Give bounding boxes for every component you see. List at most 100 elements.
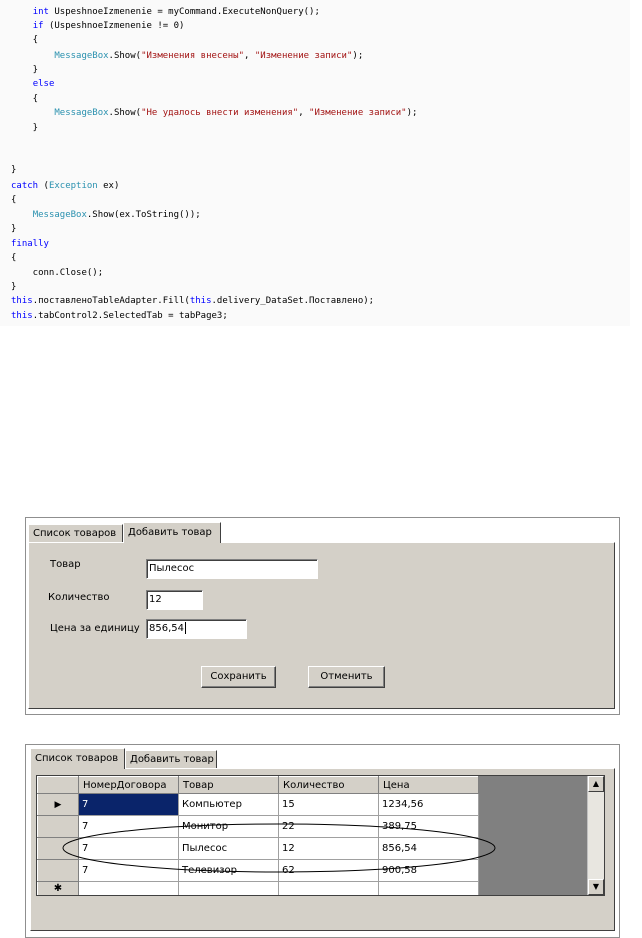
code-token: , [244,51,255,61]
table-cell[interactable]: 1234,56 [378,793,479,816]
current-row-indicator[interactable]: ▶ [37,793,79,816]
table-cell[interactable]: 7 [78,837,179,860]
code-token: .Show(ex.ToString()); [86,210,201,220]
vertical-scrollbar[interactable]: ▲ ▼ [587,776,604,895]
table-cell[interactable]: 62 [278,859,379,882]
code-token: MessageBox [32,210,87,220]
code-line: { [11,93,38,105]
code-token: "Изменение записи" [309,108,407,118]
column-header-price[interactable]: Цена [378,776,479,794]
code-line: int UspeshnoeIzmenenie = myCommand.Execu… [11,6,320,18]
new-row-indicator[interactable]: ✱ [37,881,79,895]
code-line: else [11,78,55,90]
tab-product-list[interactable]: Список товаров [28,524,123,542]
grid-corner-header [37,776,79,794]
column-header-product[interactable]: Товар [178,776,279,794]
table-row[interactable]: 7 Пылесос 12 856,54 [37,837,479,860]
code-token: .поставленоTableAdapter.Fill( [32,296,190,306]
table-cell[interactable]: Монитор [178,815,279,838]
table-cell[interactable]: Пылесос [178,837,279,860]
code-line: { [11,34,38,46]
new-row[interactable]: ✱ [37,881,479,895]
code-line: { [11,194,16,206]
code-token: ( [38,181,49,191]
tab-add-product[interactable]: Добавить товар [123,522,221,543]
products-grid[interactable]: НомерДоговора Товар Количество Цена ▶ 7 … [36,775,605,896]
code-token: int [32,7,49,17]
column-header-contract-number[interactable]: НомерДоговора [78,776,179,794]
code-line: finally [11,238,49,250]
add-item-form: Список товаров Добавить товар Товар Пыле… [25,517,620,715]
code-token: (UspeshnoeIzmenenie != 0) [43,21,185,31]
code-token: MessageBox [54,108,109,118]
code-token: { [11,253,17,263]
table-cell[interactable]: Компьютер [178,793,279,816]
table-cell[interactable]: 389,75 [378,815,479,838]
row-header[interactable] [37,859,79,882]
unit-price-input[interactable]: 856,54 [146,619,247,639]
row-header[interactable] [37,837,79,860]
code-line: this.tabControl2.SelectedTab = tabPage3; [11,310,228,322]
code-line: } [11,64,38,76]
code-token: .tabControl2.SelectedTab = tabPage3; [32,311,228,321]
code-token: , [298,108,310,118]
code-token: .Show( [108,51,142,61]
scroll-down-arrow-icon[interactable]: ▼ [588,879,604,895]
cancel-button[interactable]: Отменить [308,666,385,688]
code-token: } [11,282,17,292]
table-cell[interactable] [78,881,179,895]
code-token: .delivery_DataSet.Поставлено); [211,296,375,306]
table-row[interactable]: ▶ 7 Компьютер 15 1234,56 [37,793,479,816]
table-cell[interactable] [278,881,379,895]
code-token: Exception [48,181,98,191]
code-token: else [32,79,55,89]
table-cell[interactable]: 7 [78,793,179,816]
code-token: MessageBox [54,51,109,61]
code-token: { [11,35,39,45]
table-cell[interactable]: 7 [78,859,179,882]
code-line: } [11,281,16,293]
code-token: "Не удалось внести изменения" [141,108,299,118]
table-cell[interactable]: 12 [278,837,379,860]
table-cell[interactable] [378,881,479,895]
quantity-label: Количество [48,592,110,603]
code-line: if (UspeshnoeIzmenenie != 0) [11,20,185,32]
scroll-up-arrow-icon[interactable]: ▲ [588,776,604,792]
unit-price-value: 856,54 [149,623,184,634]
table-cell[interactable]: 22 [278,815,379,838]
code-token: { [11,94,39,104]
code-token: ); [352,51,364,61]
table-cell[interactable]: 900,58 [378,859,479,882]
code-token: ); [406,108,418,118]
table-cell[interactable] [178,881,279,895]
tab-product-list[interactable]: Список товаров [30,748,125,769]
code-line: catch (Exception ex) [11,180,119,192]
code-line: } [11,164,16,176]
products-table: НомерДоговора Товар Количество Цена ▶ 7 … [37,776,479,895]
table-cell[interactable]: Телевизор [178,859,279,882]
column-header-quantity[interactable]: Количество [278,776,379,794]
product-input[interactable]: Пылесос [146,559,318,579]
code-token: } [11,65,39,75]
code-token: .Show( [108,108,142,118]
code-token: this [11,296,33,306]
table-row[interactable]: 7 Монитор 22 389,75 [37,815,479,838]
code-token: ex) [97,181,120,191]
code-line: conn.Close(); [11,267,103,279]
row-header[interactable] [37,815,79,838]
add-item-panel: Товар Пылесос Количество 12 Цена за един… [28,542,615,709]
save-button[interactable]: Сохранить [201,666,276,688]
table-cell[interactable]: 7 [78,815,179,838]
table-cell[interactable]: 856,54 [378,837,479,860]
code-line: MessageBox.Show(ex.ToString()); [11,209,201,221]
quantity-input[interactable]: 12 [146,590,203,610]
tab-add-product[interactable]: Добавить товар [125,750,217,768]
table-cell[interactable]: 15 [278,793,379,816]
table-row[interactable]: 7 Телевизор 62 900,58 [37,859,479,882]
code-token: } [11,224,17,234]
